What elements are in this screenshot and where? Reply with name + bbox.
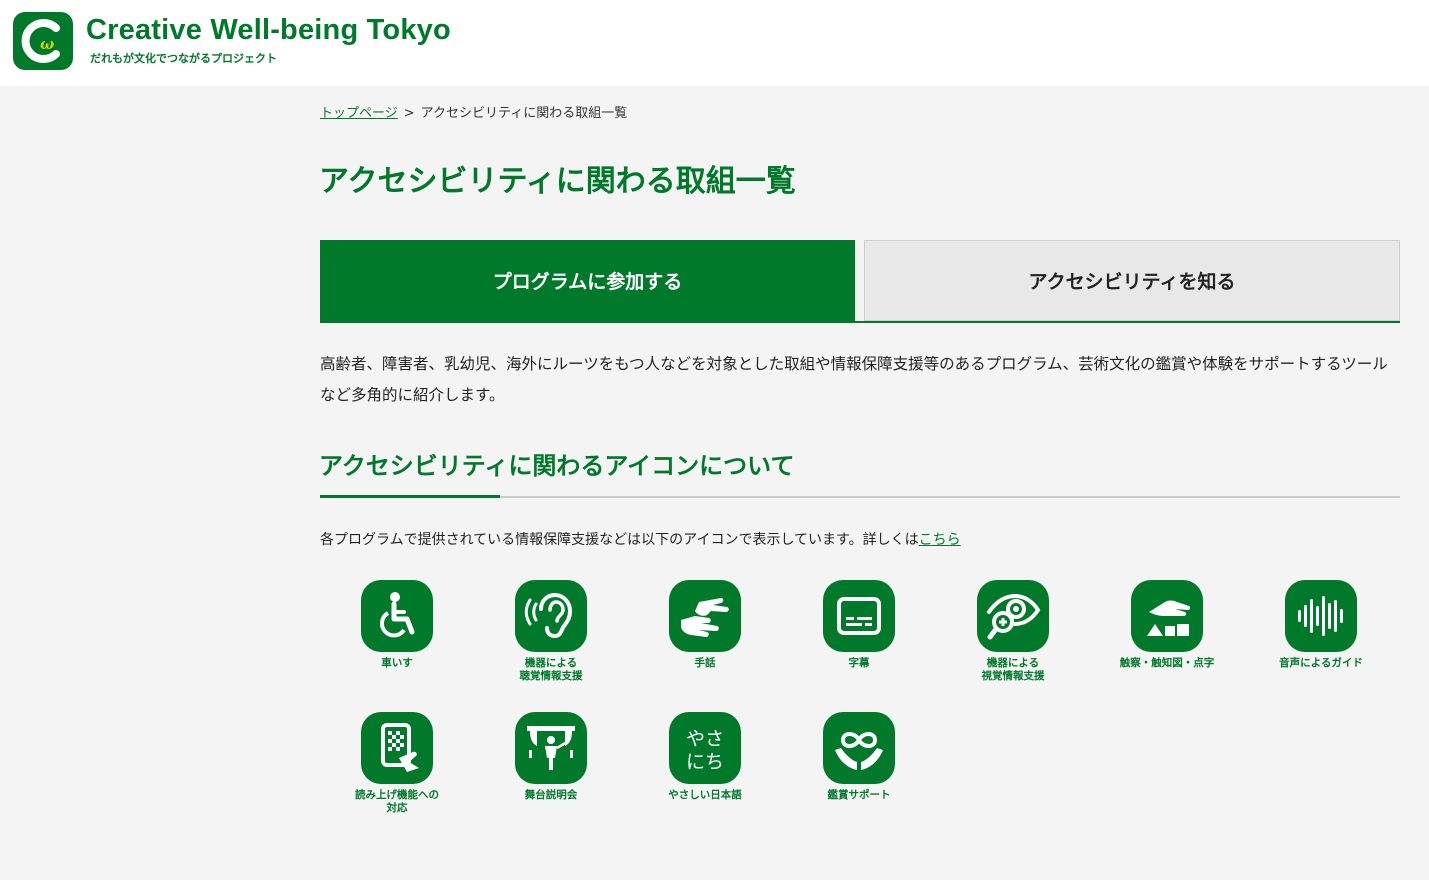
icon-item-text-to-speech: 読み上げ機能への 対応 [320, 712, 474, 815]
viewing-support-icon [823, 712, 895, 784]
icon-label: やさしい日本語 [668, 789, 742, 801]
icon-label: 読み上げ機能への 対応 [355, 789, 439, 814]
icon-label: 音声によるガイド [1279, 657, 1363, 669]
site-title[interactable]: Creative Well-being Tokyo [86, 14, 451, 47]
icon-item-subtitles: 字幕 [782, 580, 936, 670]
icon-label: 字幕 [848, 657, 870, 669]
icon-label: 車いす [381, 657, 413, 669]
easy-japanese-icon: やさ にち [669, 712, 741, 784]
icon-item-hearing: 機器による 聴覚情報支援 [474, 580, 628, 683]
tab-underline [320, 321, 1400, 323]
icon-item-stage-tour: 舞台説明会 [474, 712, 628, 802]
icons-note: 各プログラムで提供されている情報保障支援などは以下のアイコンで表示しています。詳… [320, 529, 961, 549]
stage-tour-icon [515, 712, 587, 784]
breadcrumb-separator: > [403, 106, 415, 121]
site-header: ω Creative Well-being Tokyo だれもが文化でつながるプ… [0, 0, 1429, 86]
icon-item-audio-guide: 音声によるガイド [1244, 580, 1398, 670]
icon-label: 鑑賞サポート [827, 789, 891, 801]
icon-item-viewing-support: 鑑賞サポート [782, 712, 936, 802]
easy-japanese-glyph-bottom: にち [686, 751, 724, 773]
text-to-speech-icon [361, 712, 433, 784]
section-title: アクセシビリティに関わるアイコンについて [319, 452, 795, 480]
hearing-assist-icon [515, 580, 587, 652]
tab-learn-accessibility[interactable]: アクセシビリティを知る [864, 240, 1400, 321]
cwt-logo-icon[interactable]: ω [13, 12, 73, 70]
icon-label: 舞台説明会 [524, 789, 578, 801]
breadcrumb: トップページ > アクセシビリティに関わる取組一覧 [320, 102, 627, 121]
icon-label: 手話 [694, 657, 716, 669]
details-link[interactable]: こちら [919, 532, 961, 548]
icon-label: 機器による 聴覚情報支援 [519, 657, 583, 682]
section-divider-accent [320, 495, 500, 498]
svg-text:ω: ω [40, 35, 54, 53]
easy-japanese-glyph-top: やさ [686, 728, 724, 750]
tab-bar: プログラムに参加する アクセシビリティを知る [320, 240, 1400, 323]
page-title: アクセシビリティに関わる取組一覧 [319, 164, 796, 199]
icons-note-text: 各プログラムで提供されている情報保障支援などは以下のアイコンで表示しています。詳… [320, 532, 919, 548]
icon-label: 触察・触知図・点字 [1119, 657, 1215, 669]
icon-label: 機器による 視覚情報支援 [981, 657, 1045, 682]
sign-language-icon [669, 580, 741, 652]
tactile-icon [1131, 580, 1203, 652]
breadcrumb-home-link[interactable]: トップページ [320, 106, 398, 121]
tab-join-program[interactable]: プログラムに参加する [320, 240, 855, 321]
intro-text: 高齢者、障害者、乳幼児、海外にルーツをもつ人などを対象とした取組や情報保障支援等… [320, 355, 1388, 404]
visual-assist-icon [977, 580, 1049, 652]
icon-item-visual: 機器による 視覚情報支援 [936, 580, 1090, 683]
wheelchair-icon [361, 580, 433, 652]
icon-item-wheelchair: 車いす [320, 580, 474, 670]
icon-item-sign-language: 手話 [628, 580, 782, 670]
subtitles-icon [823, 580, 895, 652]
breadcrumb-current: アクセシビリティに関わる取組一覧 [420, 106, 628, 121]
site-subtitle: だれもが文化でつながるプロジェクト [90, 52, 277, 65]
audio-guide-icon [1285, 580, 1357, 652]
icon-item-tactile: 触察・触知図・点字 [1090, 580, 1244, 670]
icon-item-easy-japanese: やさ にち やさしい日本語 [628, 712, 782, 802]
